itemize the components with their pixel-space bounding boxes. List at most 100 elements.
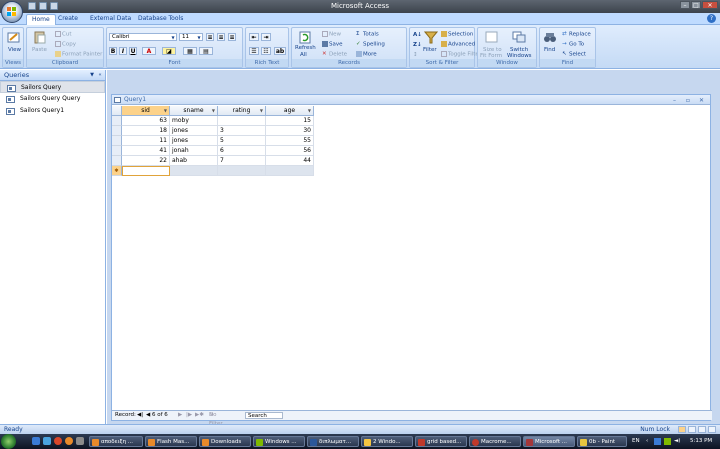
tray-chevron-icon[interactable]: ‹ — [646, 434, 648, 449]
new-cell-sid[interactable] — [122, 166, 170, 176]
nav-dropdown-icon[interactable]: ▼ — [89, 72, 95, 78]
office-button[interactable] — [1, 1, 23, 23]
taskbar-item[interactable]: Macrome... — [469, 436, 521, 447]
taskbar-item[interactable]: grid based... — [415, 436, 467, 447]
new-cell-sname[interactable] — [170, 166, 218, 176]
nav-item-sailors-query-query[interactable]: Sailors Query Query — [0, 93, 105, 105]
doc-minimize-button[interactable]: – — [673, 96, 676, 106]
cell-age[interactable]: 56 — [266, 146, 314, 156]
cell-age[interactable]: 15 — [266, 116, 314, 126]
cell-sid[interactable]: 11 — [122, 136, 170, 146]
cell-sname[interactable]: jonah — [170, 146, 218, 156]
column-header-rating[interactable]: rating ▼ — [218, 106, 266, 116]
cut-button[interactable]: Cut — [55, 31, 71, 38]
chevron-down-icon[interactable]: ▼ — [164, 106, 167, 116]
pivottable-view-icon[interactable] — [688, 426, 696, 433]
search-input[interactable]: Search — [245, 412, 283, 419]
close-button[interactable]: ✕ — [702, 1, 718, 9]
paste-button[interactable]: Paste — [32, 47, 47, 53]
new-record-button[interactable]: New — [322, 31, 341, 38]
shutter-bar-close-icon[interactable]: « — [97, 72, 103, 78]
clear-sort-icon[interactable]: ↕ — [413, 52, 418, 58]
nav-item-sailors-query[interactable]: Sailors Query — [0, 81, 105, 93]
tab-database-tools[interactable]: Database Tools — [133, 14, 188, 25]
spelling-button[interactable]: ✓ Spelling — [356, 41, 385, 48]
doc-close-button[interactable]: ✕ — [699, 96, 704, 106]
select-all-corner[interactable] — [112, 106, 122, 116]
column-header-sid[interactable]: sid ▼ — [122, 106, 170, 116]
nav-header[interactable]: Queries ▼ « — [0, 70, 105, 81]
increase-indent-icon[interactable]: ⇥ — [261, 33, 271, 41]
taskbar-item[interactable]: Downloads — [199, 436, 251, 447]
row-selector[interactable] — [112, 116, 122, 126]
cell-age[interactable]: 30 — [266, 126, 314, 136]
view-button[interactable]: View — [8, 47, 21, 53]
bullets-icon[interactable]: ☰ — [249, 47, 259, 55]
taskbar-item[interactable]: 2 Windo... — [361, 436, 413, 447]
doc-restore-button[interactable]: ▫ — [686, 96, 690, 106]
toggle-filter-button[interactable]: Toggle Filter — [441, 51, 481, 58]
cell-rating[interactable]: 5 — [218, 136, 266, 146]
selection-button[interactable]: Selection — [441, 31, 473, 38]
language-indicator[interactable]: EN — [632, 434, 640, 449]
record-position[interactable]: 6 of 6 — [152, 411, 168, 420]
taskbar-item[interactable]: διπλωματ... — [307, 436, 359, 447]
cell-sname[interactable]: ahab — [170, 156, 218, 166]
row-selector[interactable] — [112, 126, 122, 136]
highlight-icon[interactable]: ab — [274, 47, 286, 55]
row-selector[interactable] — [112, 156, 122, 166]
last-record-icon[interactable]: |▶ — [186, 411, 192, 420]
delete-record-button[interactable]: ✕ Delete — [322, 51, 347, 58]
design-view-icon[interactable] — [708, 426, 716, 433]
firefox-icon[interactable] — [65, 437, 73, 445]
sort-descending-icon[interactable]: Z↓ — [413, 42, 422, 48]
select-button[interactable]: ↖ Select — [562, 51, 586, 58]
opera-icon[interactable] — [54, 437, 62, 445]
tab-create[interactable]: Create — [53, 14, 83, 25]
security-icon[interactable] — [664, 438, 671, 445]
show-desktop-icon[interactable] — [32, 437, 40, 445]
save-record-button[interactable]: Save — [322, 41, 343, 48]
cell-sid[interactable]: 63 — [122, 116, 170, 126]
taskbar-item[interactable]: Flash Mas... — [145, 436, 197, 447]
gridlines-icon[interactable]: ▦ — [183, 47, 197, 55]
first-record-icon[interactable]: ◀| — [137, 411, 143, 420]
go-to-button[interactable]: → Go To — [562, 41, 584, 48]
numbering-icon[interactable]: ☷ — [261, 47, 271, 55]
new-record-nav-icon[interactable]: ▶✱ — [195, 411, 204, 420]
decrease-indent-icon[interactable]: ⇤ — [249, 33, 259, 41]
more-button[interactable]: More — [356, 51, 377, 58]
cell-rating[interactable]: 6 — [218, 146, 266, 156]
refresh-all-button[interactable]: Refresh — [295, 45, 316, 51]
datasheet-view-icon[interactable] — [678, 426, 686, 433]
replace-button[interactable]: ⇄ Replace — [562, 31, 591, 38]
sort-ascending-icon[interactable]: A↓ — [413, 32, 422, 38]
align-right-icon[interactable]: ≡ — [228, 33, 236, 41]
align-center-icon[interactable]: ≡ — [217, 33, 225, 41]
cell-rating[interactable] — [218, 116, 266, 126]
find-button[interactable]: Find — [544, 47, 555, 53]
align-left-icon[interactable]: ≡ — [206, 33, 214, 41]
cell-sname[interactable]: moby — [170, 116, 218, 126]
row-selector[interactable] — [112, 146, 122, 156]
tab-external-data[interactable]: External Data — [85, 14, 136, 25]
cell-sname[interactable]: jones — [170, 126, 218, 136]
totals-button[interactable]: Σ Totals — [356, 31, 379, 38]
cell-rating[interactable]: 3 — [218, 126, 266, 136]
chevron-down-icon[interactable]: ▼ — [308, 106, 311, 116]
filter-button[interactable]: Filter — [423, 47, 437, 53]
maximize-button[interactable]: □ — [691, 1, 701, 9]
underline-button[interactable]: U — [129, 47, 137, 55]
font-color-icon[interactable]: A — [142, 47, 156, 55]
chevron-down-icon[interactable]: ▼ — [212, 106, 215, 116]
network-icon[interactable] — [654, 438, 661, 445]
cell-age[interactable]: 44 — [266, 156, 314, 166]
next-record-icon[interactable]: ▶ — [178, 411, 182, 420]
taskbar-item[interactable]: 0b - Paint — [577, 436, 627, 447]
bold-button[interactable]: B — [109, 47, 117, 55]
clock[interactable]: 5:13 PM — [690, 434, 712, 449]
new-record-star-icon[interactable]: ✱ — [112, 166, 122, 176]
volume-icon[interactable]: ◄) — [674, 434, 680, 449]
tab-home[interactable]: Home — [26, 14, 56, 25]
row-selector[interactable] — [112, 136, 122, 146]
